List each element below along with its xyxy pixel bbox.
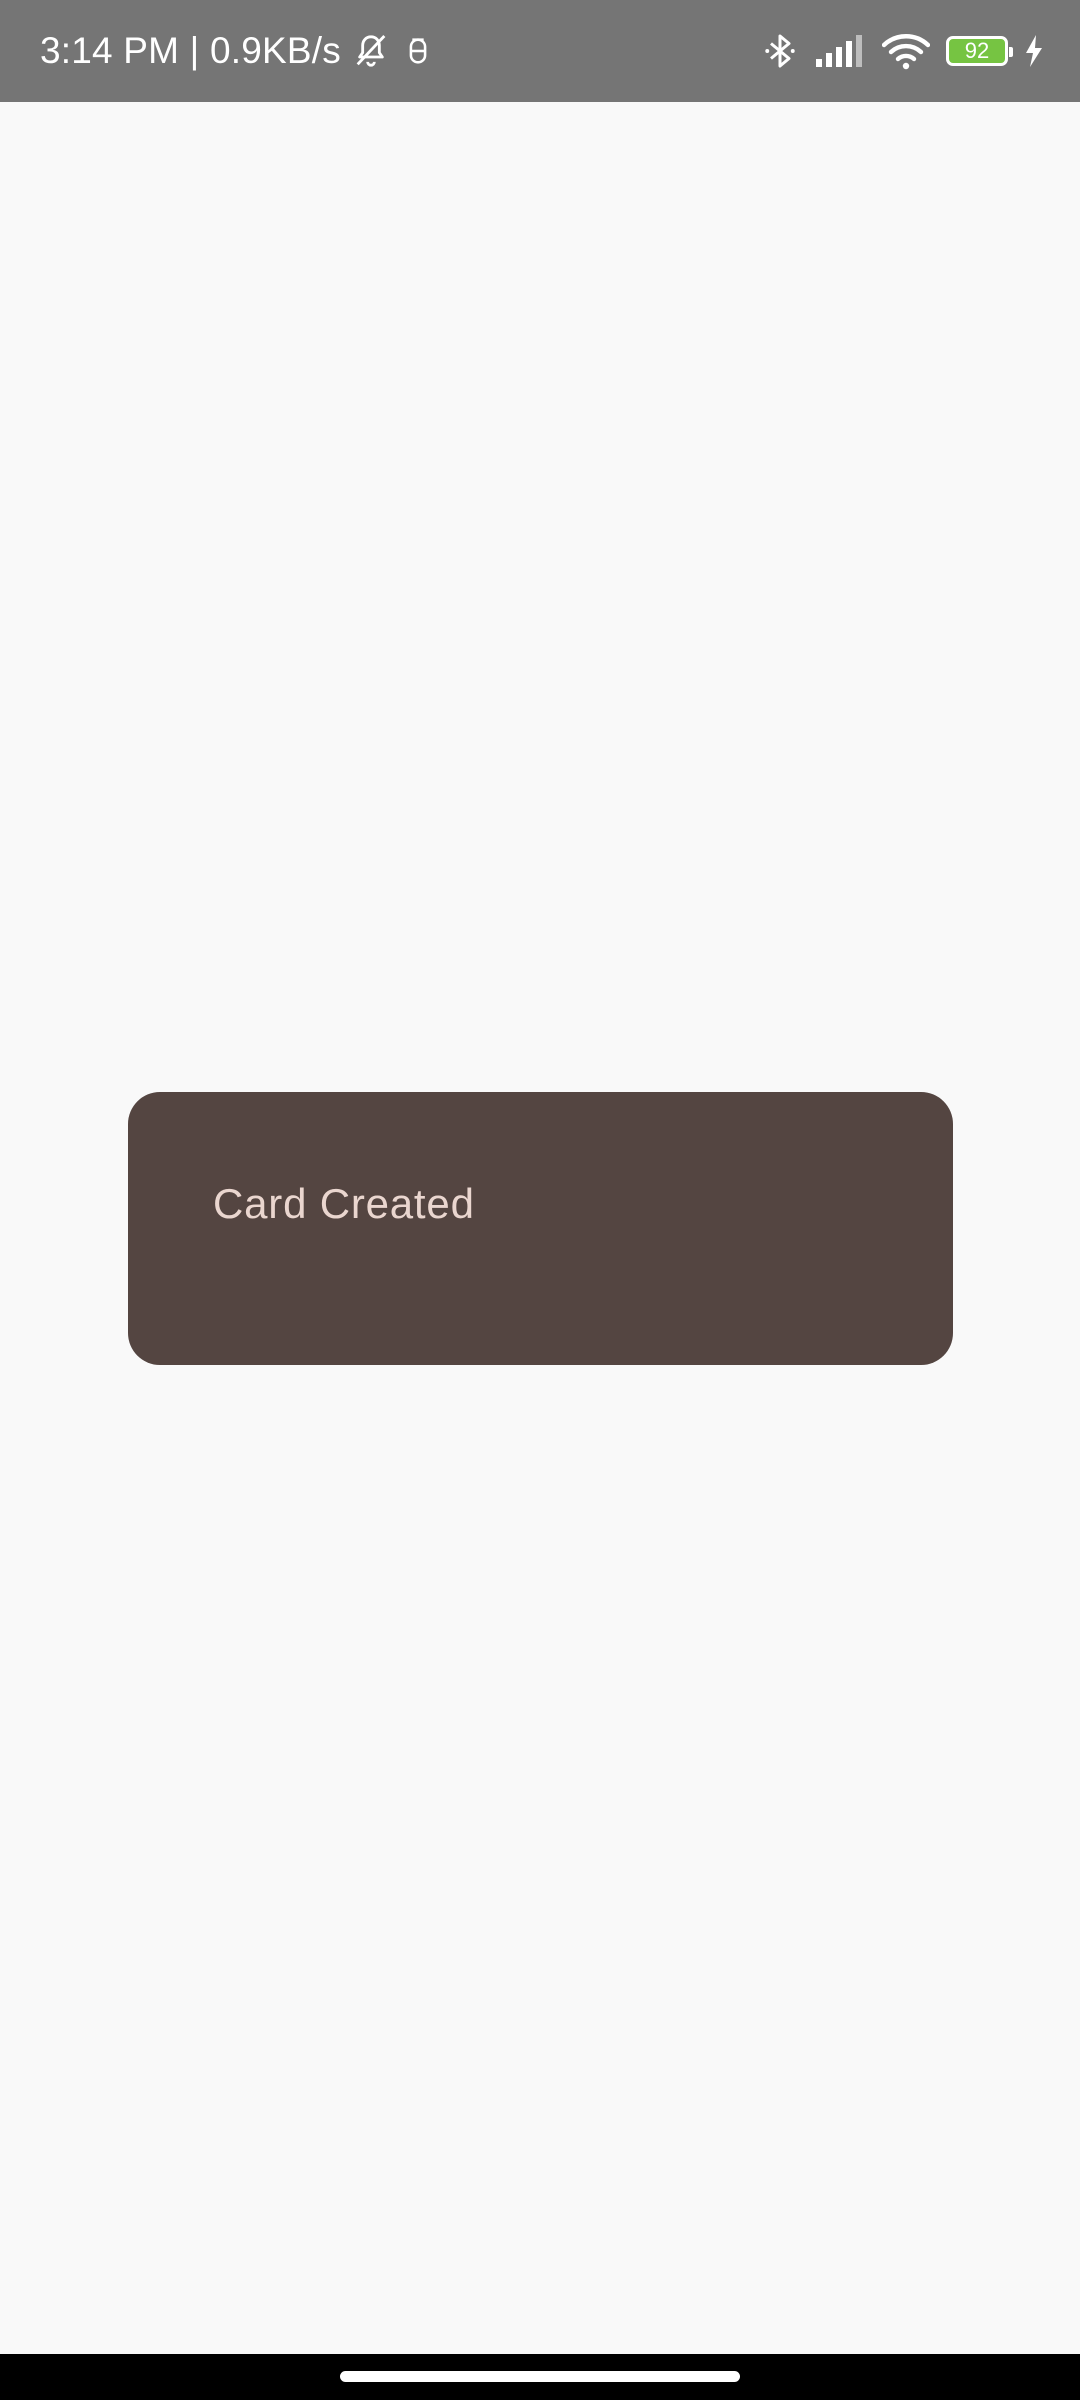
status-bar: 3:14 PM | 0.9KB/s 92 — [0, 0, 1080, 102]
cellular-signal-icon — [814, 33, 866, 69]
home-indicator[interactable] — [340, 2371, 740, 2382]
data-saver-icon — [401, 34, 435, 68]
battery-icon: 92 — [946, 36, 1013, 66]
navigation-bar — [0, 2354, 1080, 2400]
bell-off-icon — [351, 31, 391, 71]
battery-level: 92 — [964, 38, 990, 63]
bluetooth-icon — [762, 31, 798, 71]
charging-bolt-icon — [1024, 35, 1044, 67]
battery-indicator: 92 — [946, 36, 1013, 66]
status-time-speed: 3:14 PM | 0.9KB/s — [40, 30, 341, 71]
status-left: 3:14 PM | 0.9KB/s — [40, 0, 435, 102]
wifi-icon — [882, 32, 930, 70]
card-title: Card Created — [213, 1180, 475, 1227]
status-right: 92 — [746, 0, 1044, 102]
created-card[interactable]: Card Created — [128, 1092, 953, 1365]
app-screen: 3:14 PM | 0.9KB/s 92 Card Created — [0, 0, 1080, 2400]
